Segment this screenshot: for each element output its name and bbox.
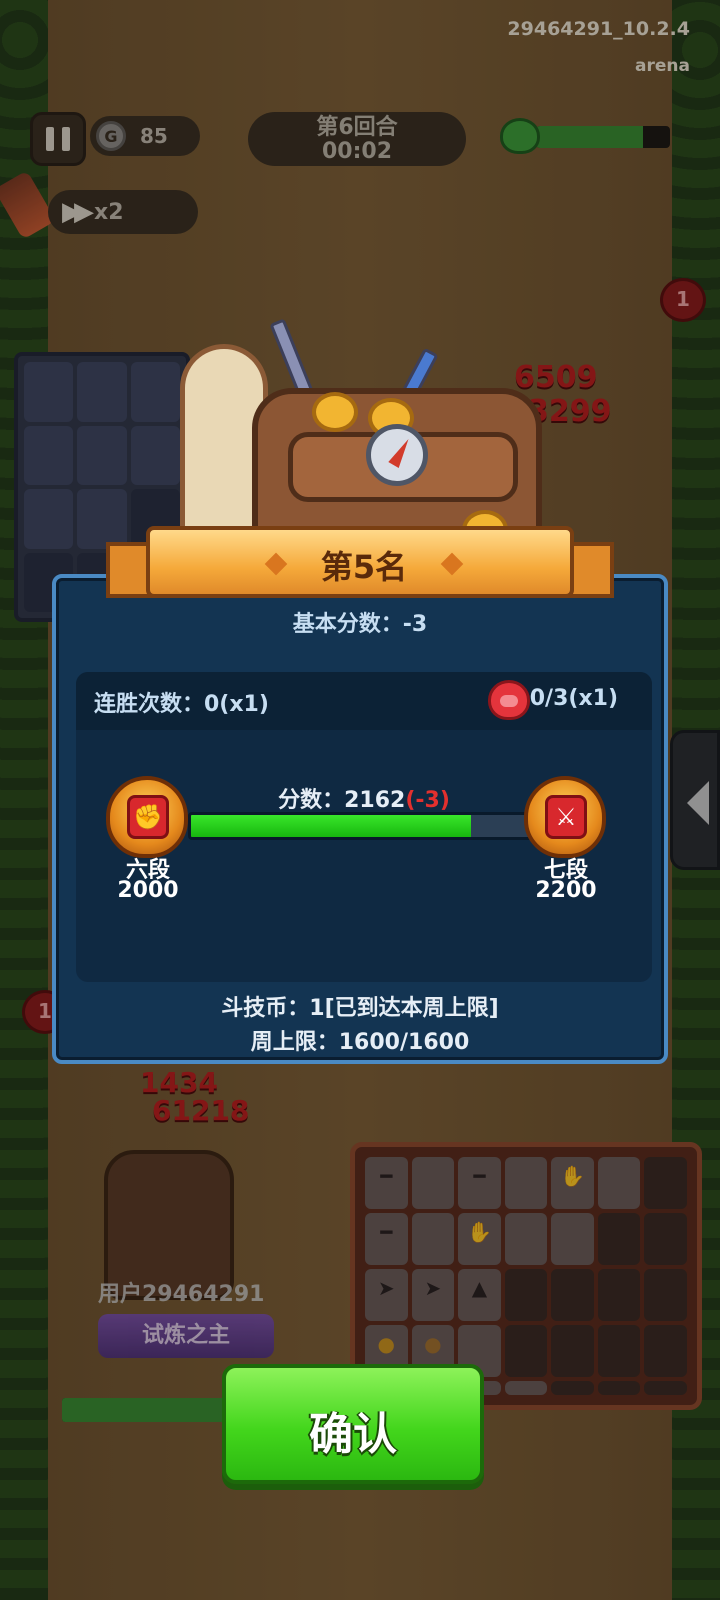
arena-coins: 斗技币：1[已到达本周上限] xyxy=(221,996,499,1021)
compass-icon xyxy=(366,424,428,486)
coin-icon xyxy=(312,392,358,432)
score-details: 连胜次数：0(x1) 0/3(x1) 分数：2162(-3) ✊ 六段 2000… xyxy=(76,672,652,982)
pig-icon xyxy=(488,680,530,720)
confirm-label: 确认 xyxy=(309,1409,397,1460)
streak-row: 连胜次数：0(x1) 0/3(x1) xyxy=(76,672,652,730)
confirm-button[interactable]: 确认 xyxy=(222,1364,484,1484)
score-delta: (-3) xyxy=(405,788,450,813)
rank-progress-fill xyxy=(191,815,472,837)
rank-progress-bar xyxy=(188,812,540,840)
next-rank-points: 2200 xyxy=(535,878,597,903)
crossed-swords-icon: ⚔ xyxy=(545,795,587,839)
weekly-limit: 周上限：1600/1600 xyxy=(250,1030,470,1055)
current-rank-points: 2000 xyxy=(117,878,179,903)
pig-progress: 0/3(x1) xyxy=(529,686,618,711)
fist-icon: ✊ xyxy=(127,795,169,839)
score-value: 分数：2162 xyxy=(278,788,406,813)
base-score: 基本分数：-3 xyxy=(292,612,428,637)
win-streak: 连胜次数：0(x1) xyxy=(94,692,269,717)
result-panel: 基本分数：-3 连胜次数：0(x1) 0/3(x1) 分数：2162(-3) ✊… xyxy=(52,574,668,1064)
rank-ribbon: 第5名 xyxy=(106,526,614,600)
next-rank-badge: ⚔ xyxy=(524,776,606,858)
current-rank-badge: ✊ xyxy=(106,776,188,858)
placement-title: 第5名 xyxy=(320,548,408,586)
treasure-bag-illustration xyxy=(162,318,558,558)
